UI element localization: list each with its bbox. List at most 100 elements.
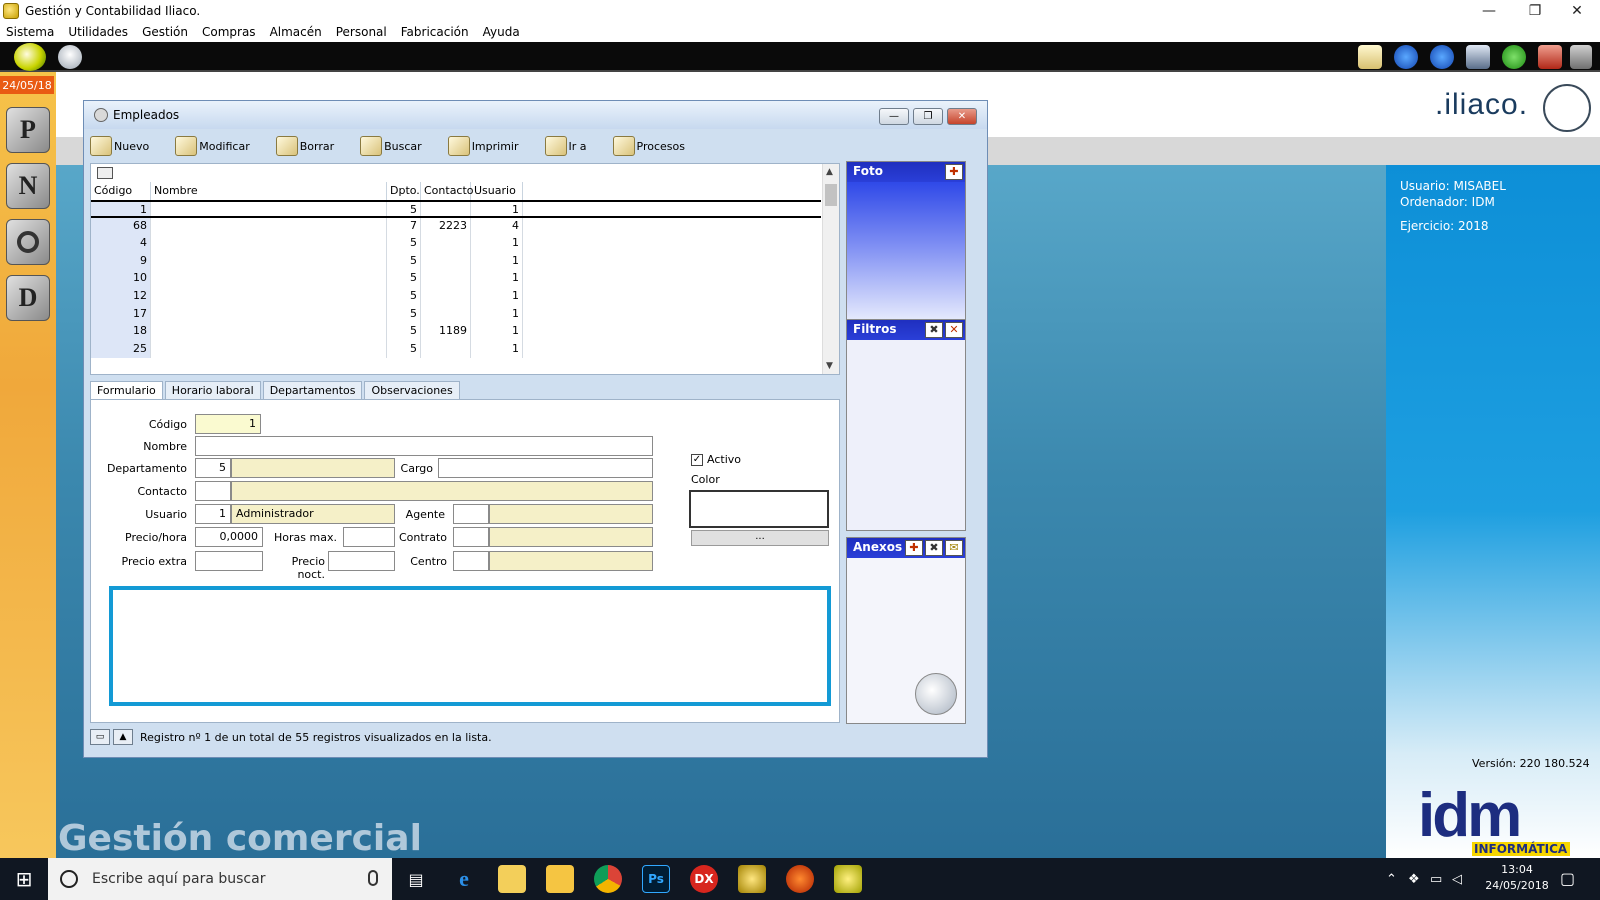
close-window-icon[interactable] <box>1538 45 1562 69</box>
table-row[interactable]: 25 5 1 <box>91 340 821 359</box>
header-dpto[interactable]: Dpto. <box>387 182 421 200</box>
employees-maximize-button[interactable]: ❐ <box>913 108 943 125</box>
header-nombre[interactable]: Nombre <box>151 182 387 200</box>
tray-chevron-icon[interactable]: ⌃ <box>1386 872 1397 887</box>
exit-icon[interactable] <box>1570 45 1592 69</box>
taskbar-search[interactable]: Escribe aquí para buscar <box>48 858 392 900</box>
home-orb-icon[interactable] <box>14 43 46 71</box>
modificar-button[interactable]: Modificar <box>175 136 250 156</box>
open-attachment-icon[interactable]: ✉ <box>945 540 963 556</box>
list-scrollbar[interactable]: ▲ ▼ <box>822 164 839 374</box>
scroll-down-icon[interactable]: ▼ <box>826 361 833 371</box>
centro-code-field[interactable] <box>453 551 489 571</box>
tab-observaciones[interactable]: Observaciones <box>364 381 460 399</box>
add-photo-icon[interactable]: ✚ <box>945 164 963 180</box>
microphone-icon[interactable] <box>368 870 378 886</box>
tab-departamentos[interactable]: Departamentos <box>262 381 363 399</box>
imprimir-button[interactable]: Imprimir <box>447 136 519 156</box>
notifications-icon[interactable]: ▢ <box>1560 869 1575 888</box>
activo-checkbox[interactable]: ✓ <box>691 454 703 466</box>
nuevo-button[interactable]: Nuevo <box>90 136 149 156</box>
user-icon[interactable] <box>58 45 82 69</box>
menu-fabricacion[interactable]: Fabricación <box>401 25 469 39</box>
sidebar-button-n[interactable]: N <box>6 163 50 209</box>
departamento-code-field[interactable]: 5 <box>195 458 231 478</box>
header-contacto[interactable]: Contacto <box>421 182 474 200</box>
photoshop-icon[interactable]: Ps <box>642 865 670 893</box>
add-attachment-icon[interactable]: ✚ <box>905 540 923 556</box>
folder-icon[interactable]: ▭ <box>90 729 110 745</box>
horas-max-field[interactable] <box>343 527 395 547</box>
cargo-field[interactable] <box>438 458 653 478</box>
table-row[interactable]: 1 5 1 <box>91 200 821 218</box>
menu-compras[interactable]: Compras <box>202 25 256 39</box>
employees-close-button[interactable]: ✕ <box>947 108 977 125</box>
tray-clock[interactable]: 13:04 24/05/2018 <box>1480 862 1554 894</box>
mail-icon[interactable] <box>1358 45 1382 69</box>
collapse-up-icon[interactable]: ▲ <box>113 729 133 745</box>
table-row[interactable]: 18 5 1189 1 <box>91 323 821 341</box>
notes-textarea[interactable] <box>109 586 831 706</box>
table-row[interactable]: 10 5 1 <box>91 270 821 288</box>
windows-icon[interactable] <box>1466 45 1490 69</box>
color-picker-button[interactable]: ... <box>691 530 829 546</box>
table-row[interactable]: 9 5 1 <box>91 252 821 271</box>
back-arrow-icon[interactable] <box>1394 45 1418 69</box>
precio-hora-field[interactable]: 0,0000 <box>195 527 263 547</box>
tab-formulario[interactable]: Formulario <box>90 381 163 399</box>
header-usuario[interactable]: Usuario <box>471 182 523 200</box>
table-row[interactable]: 4 5 1 <box>91 235 821 253</box>
codigo-field[interactable]: 1 <box>195 414 261 434</box>
employees-minimize-button[interactable]: — <box>879 108 909 125</box>
agente-code-field[interactable] <box>453 504 489 524</box>
dropbox-icon[interactable]: ❖ <box>1408 872 1420 887</box>
menu-almacen[interactable]: Almacén <box>270 25 322 39</box>
contrato-code-field[interactable] <box>453 527 489 547</box>
menu-gestion[interactable]: Gestión <box>142 25 188 39</box>
header-codigo[interactable]: Código <box>91 182 151 200</box>
list-view-icon[interactable] <box>97 167 113 179</box>
table-row[interactable]: 17 5 1 <box>91 305 821 324</box>
close-button[interactable]: ✕ <box>1554 0 1600 22</box>
app-flame-icon[interactable] <box>786 865 814 893</box>
table-row[interactable]: 68 7 2223 4 <box>91 217 821 236</box>
minimize-button[interactable]: — <box>1466 0 1512 22</box>
menu-sistema[interactable]: Sistema <box>6 25 54 39</box>
sidebar-button-search[interactable] <box>6 219 50 265</box>
maximize-button[interactable]: ❐ <box>1512 0 1558 22</box>
tab-horario-laboral[interactable]: Horario laboral <box>164 381 261 399</box>
network-icon[interactable]: ▭ <box>1430 872 1442 887</box>
nombre-field[interactable] <box>195 436 653 456</box>
remove-filter-icon[interactable]: ✕ <box>945 322 963 338</box>
menu-utilidades[interactable]: Utilidades <box>68 25 128 39</box>
task-view-icon[interactable]: ▤ <box>402 865 430 893</box>
delete-attachment-icon[interactable]: ✖ <box>925 540 943 556</box>
sidebar-button-d[interactable]: D <box>6 275 50 321</box>
chrome-icon[interactable] <box>594 865 622 893</box>
start-button[interactable]: ⊞ <box>0 858 48 900</box>
scroll-thumb[interactable] <box>825 184 837 206</box>
table-row[interactable]: 12 5 1 <box>91 287 821 306</box>
sidebar-button-p[interactable]: P <box>6 107 50 153</box>
precio-extra-field[interactable] <box>195 551 263 571</box>
mail-app-icon[interactable] <box>498 865 526 893</box>
procesos-button[interactable]: Procesos <box>612 136 685 156</box>
ir-a-button[interactable]: Ir a <box>544 136 587 156</box>
scroll-up-icon[interactable]: ▲ <box>826 167 833 177</box>
contacto-code-field[interactable] <box>195 481 231 501</box>
menu-ayuda[interactable]: Ayuda <box>483 25 520 39</box>
iliaco-app-icon[interactable] <box>738 865 766 893</box>
usuario-code-field[interactable]: 1 <box>195 504 231 524</box>
dx-app-icon[interactable]: DX <box>690 865 718 893</box>
borrar-button[interactable]: Borrar <box>275 136 334 156</box>
precio-noct-field[interactable] <box>328 551 395 571</box>
iliaco-active-icon[interactable] <box>834 865 862 893</box>
edge-icon[interactable]: e <box>450 865 478 893</box>
menu-personal[interactable]: Personal <box>336 25 387 39</box>
help-icon[interactable] <box>1502 45 1526 69</box>
photo-area[interactable] <box>847 182 965 322</box>
clear-filter-icon[interactable]: ✖ <box>925 322 943 338</box>
file-explorer-icon[interactable] <box>546 865 574 893</box>
volume-icon[interactable]: ◁ <box>1452 872 1462 887</box>
buscar-button[interactable]: Buscar <box>360 136 422 156</box>
